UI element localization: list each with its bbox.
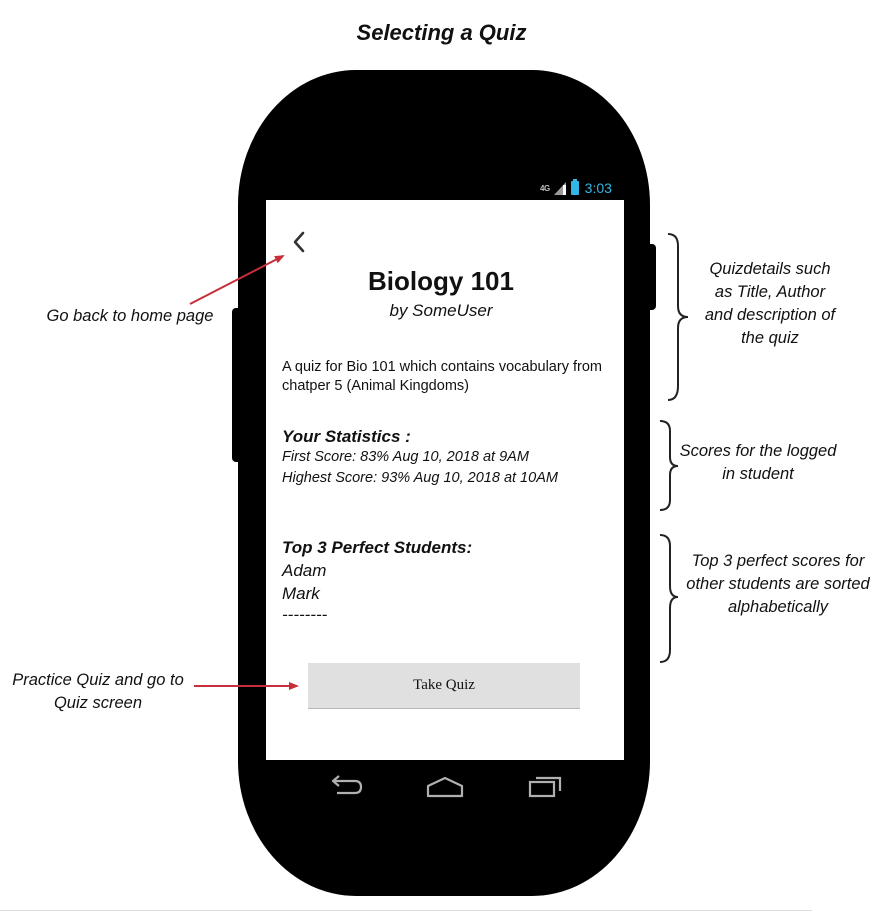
scores-annotation: Scores for the logged in student <box>679 442 837 483</box>
divider <box>0 910 812 911</box>
practice-annotation: Practice Quiz and go to Quiz screen <box>12 671 184 712</box>
quiz-wireframe-diagram: Selecting a Quiz 4G 3:03 Biology 101 by … <box>0 0 889 915</box>
scores-brace <box>659 420 679 511</box>
top3-brace <box>659 534 679 663</box>
back-annotation-arrow <box>189 255 285 305</box>
back-annotation: Go back to home page <box>46 307 214 325</box>
details-annotation: Quizdetails such as Title, Author and de… <box>704 260 836 347</box>
top3-annotation: Top 3 perfect scores for other students … <box>686 552 870 616</box>
details-brace <box>667 233 689 401</box>
